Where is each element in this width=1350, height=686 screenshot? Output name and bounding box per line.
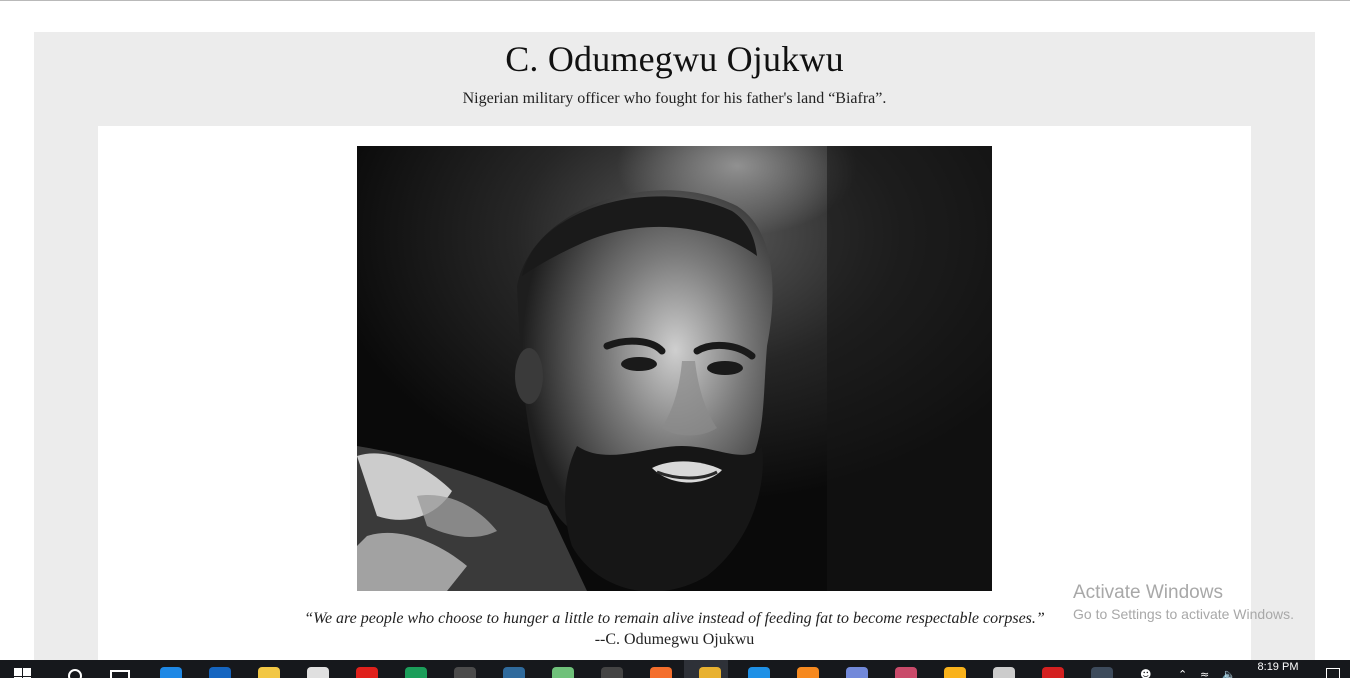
file-explorer-icon[interactable] bbox=[258, 667, 280, 678]
android-studio-icon[interactable] bbox=[552, 667, 574, 678]
volume-icon[interactable]: 🔈 bbox=[1222, 668, 1236, 678]
vscode-icon[interactable] bbox=[748, 667, 770, 678]
search-icon[interactable] bbox=[68, 669, 82, 678]
mysql-workbench-icon[interactable] bbox=[503, 667, 525, 678]
portrait-photo bbox=[357, 146, 992, 591]
chrome-icon[interactable] bbox=[699, 667, 721, 678]
activate-windows-watermark: Activate Windows Go to Settings to activ… bbox=[1073, 582, 1294, 624]
windows-taskbar: ☻ ⌃ ≈ 🔈 8:19 PM bbox=[0, 660, 1350, 678]
notification-icon[interactable] bbox=[1326, 668, 1340, 678]
portrait-image bbox=[357, 146, 992, 591]
network-icon[interactable]: ≈ bbox=[1200, 668, 1209, 678]
page-container: C. Odumegwu Ojukwu Nigerian military off… bbox=[34, 32, 1315, 686]
task-view-icon[interactable] bbox=[110, 670, 130, 678]
browser-top-rule bbox=[0, 0, 1350, 1]
app-orange-icon[interactable] bbox=[944, 667, 966, 678]
tool-icon[interactable] bbox=[1091, 667, 1113, 678]
watermark-subtitle: Go to Settings to activate Windows. bbox=[1073, 606, 1294, 622]
store-icon[interactable] bbox=[307, 667, 329, 678]
page-title: C. Odumegwu Ojukwu bbox=[505, 39, 844, 79]
quote-author: --C. Odumegwu Ojukwu bbox=[594, 631, 755, 648]
chevron-up-icon[interactable]: ⌃ bbox=[1178, 668, 1187, 678]
github-icon[interactable] bbox=[993, 667, 1015, 678]
paint-icon[interactable] bbox=[895, 667, 917, 678]
watermark-title: Activate Windows bbox=[1073, 582, 1223, 603]
start-icon[interactable] bbox=[14, 668, 32, 678]
edge-icon[interactable] bbox=[160, 667, 182, 678]
mail-icon[interactable] bbox=[209, 667, 231, 678]
terminal-icon[interactable] bbox=[601, 667, 623, 678]
page-subtitle: Nigerian military officer who fought for… bbox=[462, 90, 887, 107]
firefox-icon[interactable] bbox=[797, 667, 819, 678]
clock[interactable]: 8:19 PM bbox=[1250, 661, 1306, 673]
xampp-icon[interactable] bbox=[650, 667, 672, 678]
opera-icon[interactable] bbox=[356, 667, 378, 678]
sublime-icon[interactable] bbox=[454, 667, 476, 678]
people-icon[interactable]: ☻ bbox=[1140, 668, 1151, 678]
discord-icon[interactable] bbox=[846, 667, 868, 678]
record-icon[interactable] bbox=[1042, 667, 1064, 678]
globe-icon[interactable] bbox=[405, 667, 427, 678]
